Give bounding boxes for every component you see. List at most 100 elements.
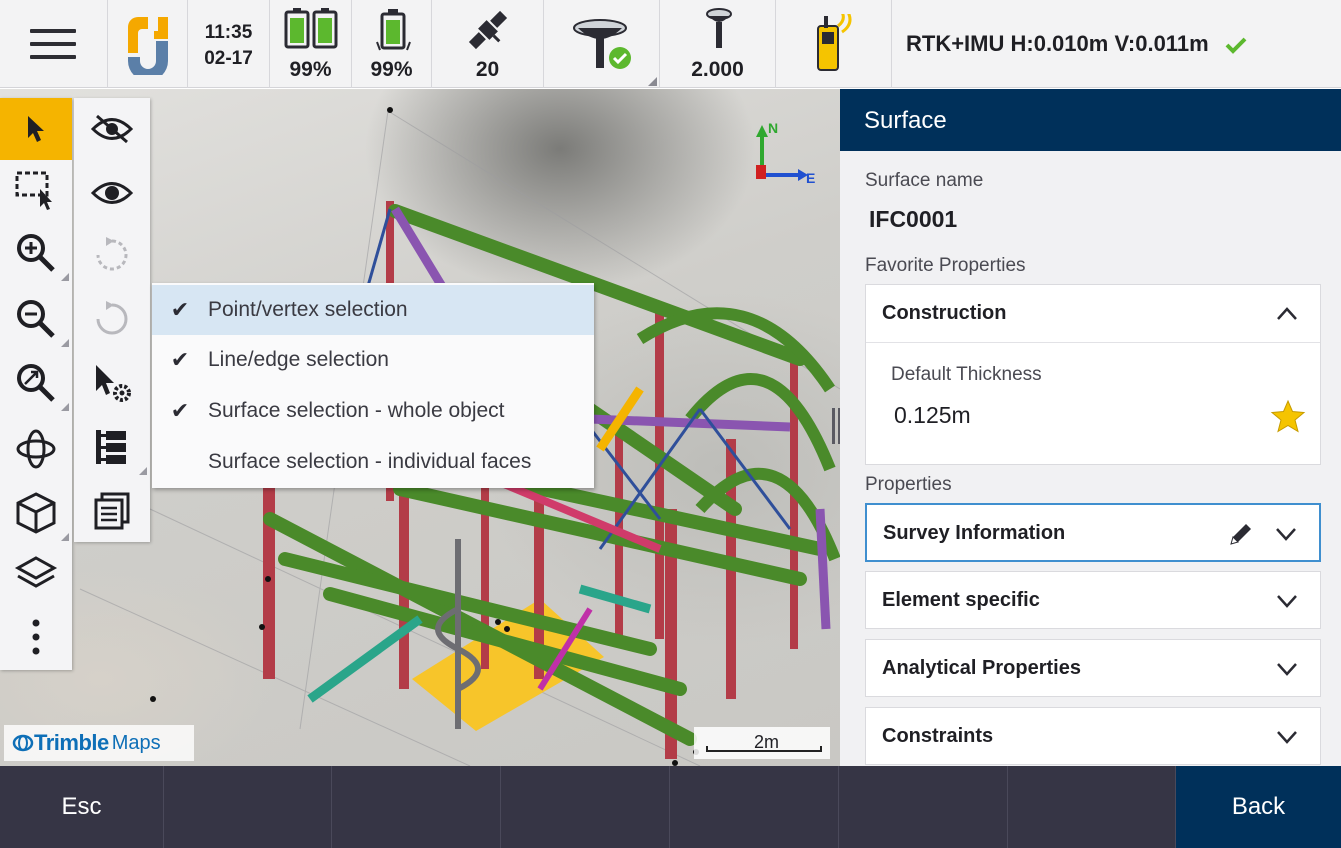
checkmark-icon: ✔ [170,398,190,423]
zoom-in-icon [17,234,55,272]
scale-bar: 2m [694,727,830,759]
select-arrow-icon [28,116,44,142]
menu-item-line-edge[interactable]: ✔ Line/edge selection [152,335,594,385]
review-list-button[interactable] [74,480,150,542]
clock[interactable]: 11:35 02-17 [188,0,270,88]
view-cube-icon [16,492,56,534]
map-toolbar [0,98,72,670]
tool-corner [139,467,147,475]
show-button[interactable] [74,162,150,224]
menu-button[interactable] [0,0,108,88]
menu-item-surface-whole[interactable]: ✔ Surface selection - whole object [152,386,594,436]
softkey-4[interactable] [501,766,670,848]
satellite-status[interactable]: 20 [432,0,544,88]
layers-button[interactable] [0,544,72,606]
analytical-properties-group[interactable]: Analytical Properties [865,639,1321,697]
rectangle-select-button[interactable] [0,160,72,222]
default-thickness-label: Default Thickness [891,364,1042,385]
receiver-battery-icon [376,9,411,51]
bottom-softkey-bar: Esc Back [0,766,1341,848]
model-tree-button[interactable] [74,416,150,478]
softkey-6[interactable] [839,766,1008,848]
tool-corner [61,273,69,281]
select-tool-button[interactable] [0,98,72,160]
softkey-2[interactable] [164,766,332,848]
construction-title: Construction [882,302,1007,324]
group-title: Survey Information [883,522,1066,544]
date-text: 02-17 [204,48,253,69]
logo-product: Maps [111,731,161,754]
receiver-battery-status[interactable]: 99% [352,0,432,88]
menu-item-label: Point/vertex selection [208,298,408,321]
app-switcher-button[interactable] [108,0,188,88]
back-button[interactable]: Back [1176,766,1341,848]
menu-item-point-vertex[interactable]: ✔ Point/vertex selection [152,285,594,335]
orbit-icon [16,429,56,469]
chevron-down-icon [1277,731,1297,744]
trimble-globe-icon [12,734,34,752]
satellites-text: 20 [475,58,500,81]
battery2-text: 99% [370,58,413,81]
battery-icon [284,8,338,49]
menu-item-label: Line/edge selection [208,348,389,371]
receiver-status[interactable] [544,0,660,88]
undo-button[interactable] [74,224,150,286]
edit-pencil-icon[interactable] [1227,520,1255,548]
compass-east-label: E [806,170,815,186]
constraints-group[interactable]: Constraints [865,707,1321,765]
zoom-out-button[interactable] [0,288,72,350]
panel-title: Surface [864,107,947,134]
survey-information-group[interactable]: Survey Information [865,503,1321,562]
undo-icon [96,237,128,271]
battery-status[interactable]: 99% [270,0,352,88]
surface-name-label: Surface name [865,170,984,191]
show-icon [91,182,133,204]
rtk-status-text[interactable]: RTK+IMU H:0.010m V:0.011m [906,31,1247,57]
group-title: Element specific [882,589,1040,611]
redo-icon [96,301,128,335]
favorite-properties-label: Favorite Properties [865,255,1026,276]
hide-button[interactable] [74,98,150,160]
selection-mode-menu: ✔ Point/vertex selection ✔ Line/edge sel… [152,283,594,488]
selection-settings-button[interactable] [74,352,150,414]
scale-line [706,746,822,752]
menu-item-label: Surface selection - individual faces [208,450,532,473]
panel-header: Surface [840,89,1341,151]
antenna-height-status[interactable]: 2.000 [660,0,776,88]
default-thickness-value: 0.125m [894,402,971,428]
orbit-button[interactable] [0,418,72,480]
trimble-maps-logo: Trimble Maps [4,725,194,761]
favorite-star-icon[interactable] [1270,399,1306,433]
chevron-down-icon [1277,663,1297,676]
selection-toolbar [74,98,150,542]
hamburger-menu-icon [30,29,76,33]
redo-button[interactable] [74,288,150,350]
zoom-out-icon [17,300,55,338]
properties-label: Properties [865,474,952,495]
chevron-down-icon [1277,595,1297,608]
construction-header[interactable]: Construction [866,285,1320,343]
controller-status[interactable] [776,0,892,88]
zoom-extents-icon [17,364,55,402]
softkey-7[interactable] [1008,766,1176,848]
menu-item-surface-faces[interactable]: Surface selection - individual faces [152,437,594,487]
menu-item-label: Surface selection - whole object [208,399,505,422]
time-text: 11:35 [204,22,253,43]
zoom-in-button[interactable] [0,222,72,284]
element-specific-group[interactable]: Element specific [865,571,1321,629]
esc-button[interactable]: Esc [0,766,164,848]
logo-brand: Trimble [34,730,109,755]
more-tools-button[interactable] [0,606,72,668]
group-title: Constraints [882,725,994,747]
zoom-extents-button[interactable] [0,352,72,414]
view-cube-button[interactable] [0,482,72,544]
north-arrow-compass[interactable]: N E [748,119,818,189]
chevron-down-icon [1276,528,1296,541]
softkey-5[interactable] [670,766,839,848]
softkey-3[interactable] [332,766,501,848]
group-title: Analytical Properties [882,657,1081,679]
more-vertical-icon [32,619,40,655]
gnss-receiver-icon [573,19,631,69]
selection-settings-icon [96,365,131,402]
layers-icon [14,556,58,588]
